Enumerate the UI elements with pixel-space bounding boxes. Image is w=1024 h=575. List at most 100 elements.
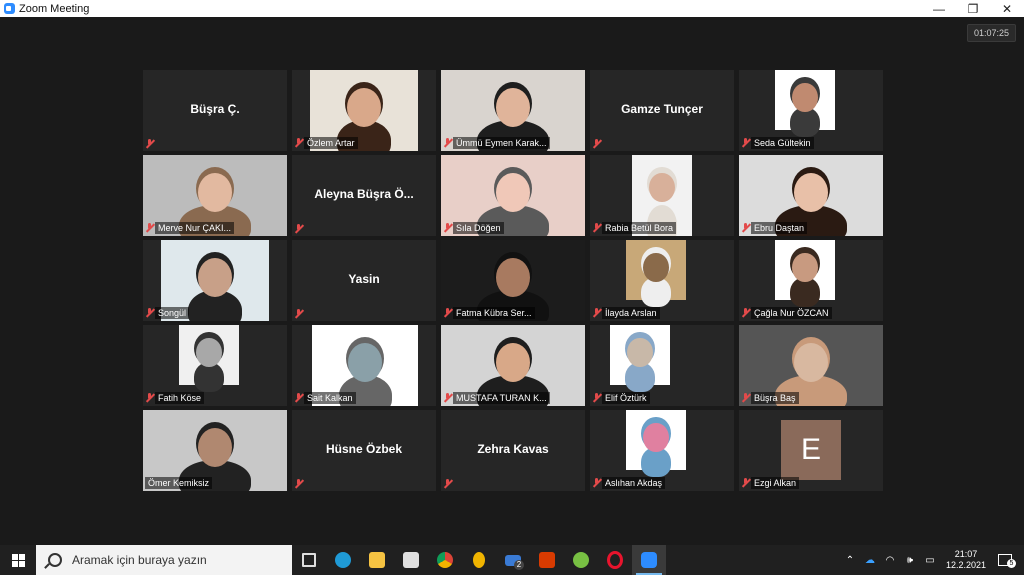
meeting-timer: 01:07:25 xyxy=(966,24,1016,42)
office-icon xyxy=(539,552,555,568)
task-view-button[interactable] xyxy=(292,545,326,575)
participant-tile[interactable]: Ümmü Eymen Karak... xyxy=(441,70,585,151)
participant-tile[interactable]: Sait Kalkan xyxy=(292,325,436,406)
participant-tile[interactable]: Büşra Baş xyxy=(739,325,883,406)
taskbar-search[interactable]: Aramak için buraya yazın xyxy=(36,545,292,575)
participant-tile[interactable]: Çağla Nur ÖZCAN xyxy=(739,240,883,321)
participant-tile[interactable]: İlayda Arslan xyxy=(590,240,734,321)
participant-nameplate: Ömer Kemiksiz xyxy=(145,477,213,489)
mic-muted-icon xyxy=(145,308,154,318)
participant-avatar: E xyxy=(781,420,841,480)
mic-muted-icon xyxy=(741,138,750,148)
participant-name-label: Sıla Döğen xyxy=(453,222,504,234)
participant-tile[interactable]: Aslıhan Akdaş xyxy=(590,410,734,491)
office-button[interactable] xyxy=(530,545,564,575)
person-head xyxy=(495,87,530,127)
participant-nameplate: İlayda Arslan xyxy=(592,307,660,319)
participant-video xyxy=(179,325,239,393)
clock-time: 21:07 xyxy=(954,549,978,559)
participant-tile[interactable]: MUSTAFA TURAN K... xyxy=(441,325,585,406)
battery-icon[interactable]: ▭ xyxy=(922,555,938,566)
participant-tile[interactable]: Seda Gültekin xyxy=(739,70,883,151)
participant-tile[interactable]: Elif Öztürk xyxy=(590,325,734,406)
participant-nameplate: Fatih Köse xyxy=(145,392,205,404)
clock-date: 12.2.2021 xyxy=(945,560,986,570)
mic-muted-icon xyxy=(145,139,154,149)
participant-tile[interactable]: Aleyna Büşra Ö... xyxy=(292,155,436,236)
file-explorer-button[interactable] xyxy=(360,545,394,575)
participant-tile[interactable]: Büşra Ç. xyxy=(143,70,287,151)
participant-tile[interactable]: Özlem Artar xyxy=(292,70,436,151)
mail-badge: 2 xyxy=(514,560,524,570)
store-button[interactable] xyxy=(394,545,428,575)
window-title: Zoom Meeting xyxy=(19,2,90,15)
mic-muted-icon xyxy=(294,309,303,319)
participant-nameplate: MUSTAFA TURAN K... xyxy=(443,392,550,404)
participant-name-label: Merve Nur ÇAKI... xyxy=(155,222,235,234)
participant-name-label: Songül xyxy=(155,307,190,319)
participant-nameplate xyxy=(592,139,602,149)
app-button[interactable] xyxy=(462,545,496,575)
taskbar: Aramak için buraya yazın 2 ⌃ ☁ ◠ 🕪 ▭ 21:… xyxy=(0,545,1024,575)
participant-nameplate: Sait Kalkan xyxy=(294,392,356,404)
mic-muted-icon xyxy=(443,308,452,318)
participant-name-label: Ömer Kemiksiz xyxy=(145,477,213,489)
edge-button[interactable] xyxy=(326,545,360,575)
participant-video xyxy=(626,410,686,478)
participant-tile[interactable]: Fatma Kübra Ser... xyxy=(441,240,585,321)
participant-tile[interactable]: Hüsne Özbek xyxy=(292,410,436,491)
participant-video xyxy=(775,70,835,138)
minimize-button[interactable]: — xyxy=(922,0,956,17)
person-head xyxy=(197,172,232,212)
participant-tile[interactable]: Gamze Tunçer xyxy=(590,70,734,151)
participant-tile[interactable]: Zehra Kavas xyxy=(441,410,585,491)
participant-nameplate: Özlem Artar xyxy=(294,137,358,149)
person-head xyxy=(197,257,232,297)
participant-nameplate: Çağla Nur ÖZCAN xyxy=(741,307,832,319)
participant-display-name: Yasin xyxy=(348,272,380,286)
participant-tile[interactable]: E Ezgi Alkan xyxy=(739,410,883,491)
wifi-icon[interactable]: ◠ xyxy=(882,555,898,566)
participant-tile[interactable]: Fatih Köse xyxy=(143,325,287,406)
mic-muted-icon xyxy=(592,478,601,488)
meeting-area: 01:07:25 Büşra Ç. Özlem Artar Ümmü Eymen K… xyxy=(0,17,1024,545)
onedrive-icon[interactable]: ☁ xyxy=(862,555,878,566)
participant-display-name: Hüsne Özbek xyxy=(325,442,403,456)
mic-muted-icon xyxy=(443,393,452,403)
volume-icon[interactable]: 🕪 xyxy=(902,555,918,566)
notification-center-button[interactable]: 5 xyxy=(996,552,1016,568)
person-head xyxy=(792,83,818,113)
zoom-taskbar-button[interactable] xyxy=(632,545,666,575)
edge-icon xyxy=(335,552,351,568)
participant-nameplate xyxy=(294,224,304,234)
start-button[interactable] xyxy=(0,545,36,575)
participant-tile[interactable]: Ömer Kemiksiz xyxy=(143,410,287,491)
participant-tile[interactable]: Sıla Döğen xyxy=(441,155,585,236)
restore-button[interactable]: ❐ xyxy=(956,0,990,17)
taskbar-clock[interactable]: 21:07 12.2.2021 xyxy=(946,549,986,571)
mail-button[interactable]: 2 xyxy=(496,545,530,575)
participant-tile[interactable]: Songül xyxy=(143,240,287,321)
participant-tile[interactable]: Rabia Betül Bora xyxy=(590,155,734,236)
participant-name-label: MUSTAFA TURAN K... xyxy=(453,392,550,404)
participant-tile[interactable]: Ebru Daştan xyxy=(739,155,883,236)
participant-video xyxy=(610,325,670,393)
participant-tile[interactable]: Merve Nur ÇAKI... xyxy=(143,155,287,236)
title-bar: Zoom Meeting — ❐ ✕ xyxy=(0,0,1024,17)
chrome-button[interactable] xyxy=(428,545,462,575)
mic-muted-icon xyxy=(443,479,452,489)
participant-name-label: İlayda Arslan xyxy=(602,307,660,319)
participant-tile[interactable]: Yasin xyxy=(292,240,436,321)
participant-nameplate xyxy=(145,139,155,149)
mic-muted-icon xyxy=(592,393,601,403)
utorrent-button[interactable] xyxy=(564,545,598,575)
close-button[interactable]: ✕ xyxy=(990,0,1024,17)
opera-button[interactable] xyxy=(598,545,632,575)
person-head xyxy=(495,257,530,297)
chevron-up-icon[interactable]: ⌃ xyxy=(842,555,858,566)
search-icon xyxy=(48,553,62,567)
participant-nameplate: Merve Nur ÇAKI... xyxy=(145,222,235,234)
mic-muted-icon xyxy=(741,393,750,403)
participant-name-label: Sait Kalkan xyxy=(304,392,356,404)
windows-icon xyxy=(11,553,25,567)
